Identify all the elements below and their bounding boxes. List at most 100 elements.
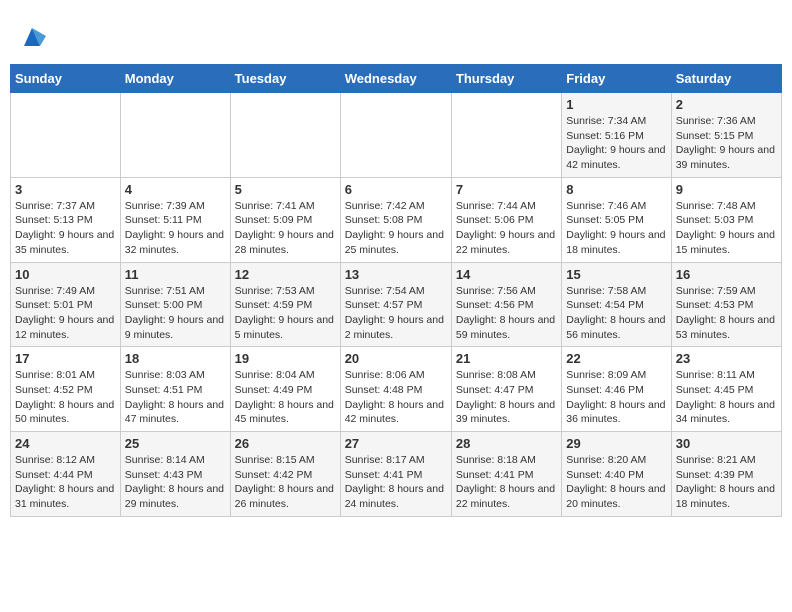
- week-row-0: 1 Sunrise: 7:34 AMSunset: 5:16 PMDaylight…: [11, 93, 782, 178]
- day-number: 16: [676, 267, 777, 282]
- day-number: 27: [345, 436, 447, 451]
- day-cell: 9 Sunrise: 7:48 AMSunset: 5:03 PMDaylight…: [671, 177, 781, 262]
- day-info: Sunrise: 7:56 AMSunset: 4:56 PMDaylight:…: [456, 284, 557, 343]
- day-cell: 23 Sunrise: 8:11 AMSunset: 4:45 PMDayligh…: [671, 347, 781, 432]
- day-number: 21: [456, 351, 557, 366]
- day-number: 17: [15, 351, 116, 366]
- day-info: Sunrise: 7:48 AMSunset: 5:03 PMDaylight:…: [676, 199, 777, 258]
- day-info: Sunrise: 7:53 AMSunset: 4:59 PMDaylight:…: [235, 284, 336, 343]
- calendar-body: 1 Sunrise: 7:34 AMSunset: 5:16 PMDaylight…: [11, 93, 782, 517]
- day-cell: 8 Sunrise: 7:46 AMSunset: 5:05 PMDaylight…: [562, 177, 671, 262]
- day-number: 2: [676, 97, 777, 112]
- day-cell: 14 Sunrise: 7:56 AMSunset: 4:56 PMDayligh…: [451, 262, 561, 347]
- week-row-1: 3Sunrise: 7:37 AMSunset: 5:13 PMDaylight…: [11, 177, 782, 262]
- day-info: Sunrise: 7:36 AMSunset: 5:15 PMDaylight:…: [676, 114, 777, 173]
- day-info: Sunrise: 7:41 AMSunset: 5:09 PMDaylight:…: [235, 199, 336, 258]
- day-cell: 4 Sunrise: 7:39 AMSunset: 5:11 PMDaylight…: [120, 177, 230, 262]
- day-info: Sunrise: 8:17 AMSunset: 4:41 PMDaylight:…: [345, 453, 447, 512]
- day-info: Sunrise: 8:01 AMSunset: 4:52 PMDaylight:…: [15, 368, 116, 427]
- week-row-3: 17 Sunrise: 8:01 AMSunset: 4:52 PMDayligh…: [11, 347, 782, 432]
- day-info: Sunrise: 8:08 AMSunset: 4:47 PMDaylight:…: [456, 368, 557, 427]
- day-info: Sunrise: 8:11 AMSunset: 4:45 PMDaylight:…: [676, 368, 777, 427]
- week-row-2: 10 Sunrise: 7:49 AMSunset: 5:01 PMDayligh…: [11, 262, 782, 347]
- day-cell: 26 Sunrise: 8:15 AMSunset: 4:42 PMDayligh…: [230, 432, 340, 517]
- day-number: 19: [235, 351, 336, 366]
- day-info: Sunrise: 7:42 AMSunset: 5:08 PMDaylight:…: [345, 199, 447, 258]
- header-saturday: Saturday: [671, 65, 781, 93]
- day-info: Sunrise: 7:59 AMSunset: 4:53 PMDaylight:…: [676, 284, 777, 343]
- day-number: 24: [15, 436, 116, 451]
- day-info: Sunrise: 8:15 AMSunset: 4:42 PMDaylight:…: [235, 453, 336, 512]
- day-number: 29: [566, 436, 666, 451]
- day-number: 11: [125, 267, 226, 282]
- day-cell: [451, 93, 561, 178]
- day-number: 23: [676, 351, 777, 366]
- day-cell: 20Sunrise: 8:06 AMSunset: 4:48 PMDayligh…: [340, 347, 451, 432]
- day-info: Sunrise: 7:58 AMSunset: 4:54 PMDaylight:…: [566, 284, 666, 343]
- day-cell: 1 Sunrise: 7:34 AMSunset: 5:16 PMDaylight…: [562, 93, 671, 178]
- day-number: 8: [566, 182, 666, 197]
- day-cell: 12 Sunrise: 7:53 AMSunset: 4:59 PMDayligh…: [230, 262, 340, 347]
- day-info: Sunrise: 8:18 AMSunset: 4:41 PMDaylight:…: [456, 453, 557, 512]
- day-cell: 24Sunrise: 8:12 AMSunset: 4:44 PMDayligh…: [11, 432, 121, 517]
- day-info: Sunrise: 8:14 AMSunset: 4:43 PMDaylight:…: [125, 453, 226, 512]
- day-info: Sunrise: 7:51 AMSunset: 5:00 PMDaylight:…: [125, 284, 226, 343]
- day-number: 30: [676, 436, 777, 451]
- logo-icon: [14, 18, 50, 54]
- day-cell: 3Sunrise: 7:37 AMSunset: 5:13 PMDaylight…: [11, 177, 121, 262]
- day-number: 5: [235, 182, 336, 197]
- day-cell: 6 Sunrise: 7:42 AMSunset: 5:08 PMDaylight…: [340, 177, 451, 262]
- day-info: Sunrise: 7:46 AMSunset: 5:05 PMDaylight:…: [566, 199, 666, 258]
- day-number: 4: [125, 182, 226, 197]
- header-wednesday: Wednesday: [340, 65, 451, 93]
- day-info: Sunrise: 7:49 AMSunset: 5:01 PMDaylight:…: [15, 284, 116, 343]
- day-cell: 2 Sunrise: 7:36 AMSunset: 5:15 PMDaylight…: [671, 93, 781, 178]
- header-monday: Monday: [120, 65, 230, 93]
- header-friday: Friday: [562, 65, 671, 93]
- day-info: Sunrise: 8:04 AMSunset: 4:49 PMDaylight:…: [235, 368, 336, 427]
- day-info: Sunrise: 7:34 AMSunset: 5:16 PMDaylight:…: [566, 114, 666, 173]
- day-cell: 29 Sunrise: 8:20 AMSunset: 4:40 PMDayligh…: [562, 432, 671, 517]
- day-cell: [120, 93, 230, 178]
- day-number: 26: [235, 436, 336, 451]
- header-tuesday: Tuesday: [230, 65, 340, 93]
- day-number: 28: [456, 436, 557, 451]
- day-number: 12: [235, 267, 336, 282]
- day-cell: 30Sunrise: 8:21 AMSunset: 4:39 PMDayligh…: [671, 432, 781, 517]
- day-info: Sunrise: 8:03 AMSunset: 4:51 PMDaylight:…: [125, 368, 226, 427]
- day-cell: 10 Sunrise: 7:49 AMSunset: 5:01 PMDayligh…: [11, 262, 121, 347]
- day-number: 9: [676, 182, 777, 197]
- header: [10, 10, 782, 54]
- day-cell: 27 Sunrise: 8:17 AMSunset: 4:41 PMDayligh…: [340, 432, 451, 517]
- day-info: Sunrise: 7:54 AMSunset: 4:57 PMDaylight:…: [345, 284, 447, 343]
- day-info: Sunrise: 7:37 AMSunset: 5:13 PMDaylight:…: [15, 199, 116, 258]
- header-sunday: Sunday: [11, 65, 121, 93]
- day-info: Sunrise: 7:44 AMSunset: 5:06 PMDaylight:…: [456, 199, 557, 258]
- day-cell: 11 Sunrise: 7:51 AMSunset: 5:00 PMDayligh…: [120, 262, 230, 347]
- day-cell: [230, 93, 340, 178]
- day-info: Sunrise: 8:20 AMSunset: 4:40 PMDaylight:…: [566, 453, 666, 512]
- day-number: 10: [15, 267, 116, 282]
- day-cell: [340, 93, 451, 178]
- day-cell: 15Sunrise: 7:58 AMSunset: 4:54 PMDayligh…: [562, 262, 671, 347]
- header-row: SundayMondayTuesdayWednesdayThursdayFrid…: [11, 65, 782, 93]
- day-number: 6: [345, 182, 447, 197]
- day-number: 1: [566, 97, 666, 112]
- day-info: Sunrise: 7:39 AMSunset: 5:11 PMDaylight:…: [125, 199, 226, 258]
- day-cell: 18 Sunrise: 8:03 AMSunset: 4:51 PMDayligh…: [120, 347, 230, 432]
- day-number: 7: [456, 182, 557, 197]
- day-cell: 28 Sunrise: 8:18 AMSunset: 4:41 PMDayligh…: [451, 432, 561, 517]
- day-cell: [11, 93, 121, 178]
- logo: [10, 18, 50, 54]
- day-number: 20: [345, 351, 447, 366]
- day-cell: 22Sunrise: 8:09 AMSunset: 4:46 PMDayligh…: [562, 347, 671, 432]
- day-cell: 17 Sunrise: 8:01 AMSunset: 4:52 PMDayligh…: [11, 347, 121, 432]
- calendar-header: SundayMondayTuesdayWednesdayThursdayFrid…: [11, 65, 782, 93]
- header-thursday: Thursday: [451, 65, 561, 93]
- day-number: 14: [456, 267, 557, 282]
- day-number: 18: [125, 351, 226, 366]
- day-cell: 21 Sunrise: 8:08 AMSunset: 4:47 PMDayligh…: [451, 347, 561, 432]
- week-row-4: 24Sunrise: 8:12 AMSunset: 4:44 PMDayligh…: [11, 432, 782, 517]
- day-cell: 7 Sunrise: 7:44 AMSunset: 5:06 PMDaylight…: [451, 177, 561, 262]
- day-number: 25: [125, 436, 226, 451]
